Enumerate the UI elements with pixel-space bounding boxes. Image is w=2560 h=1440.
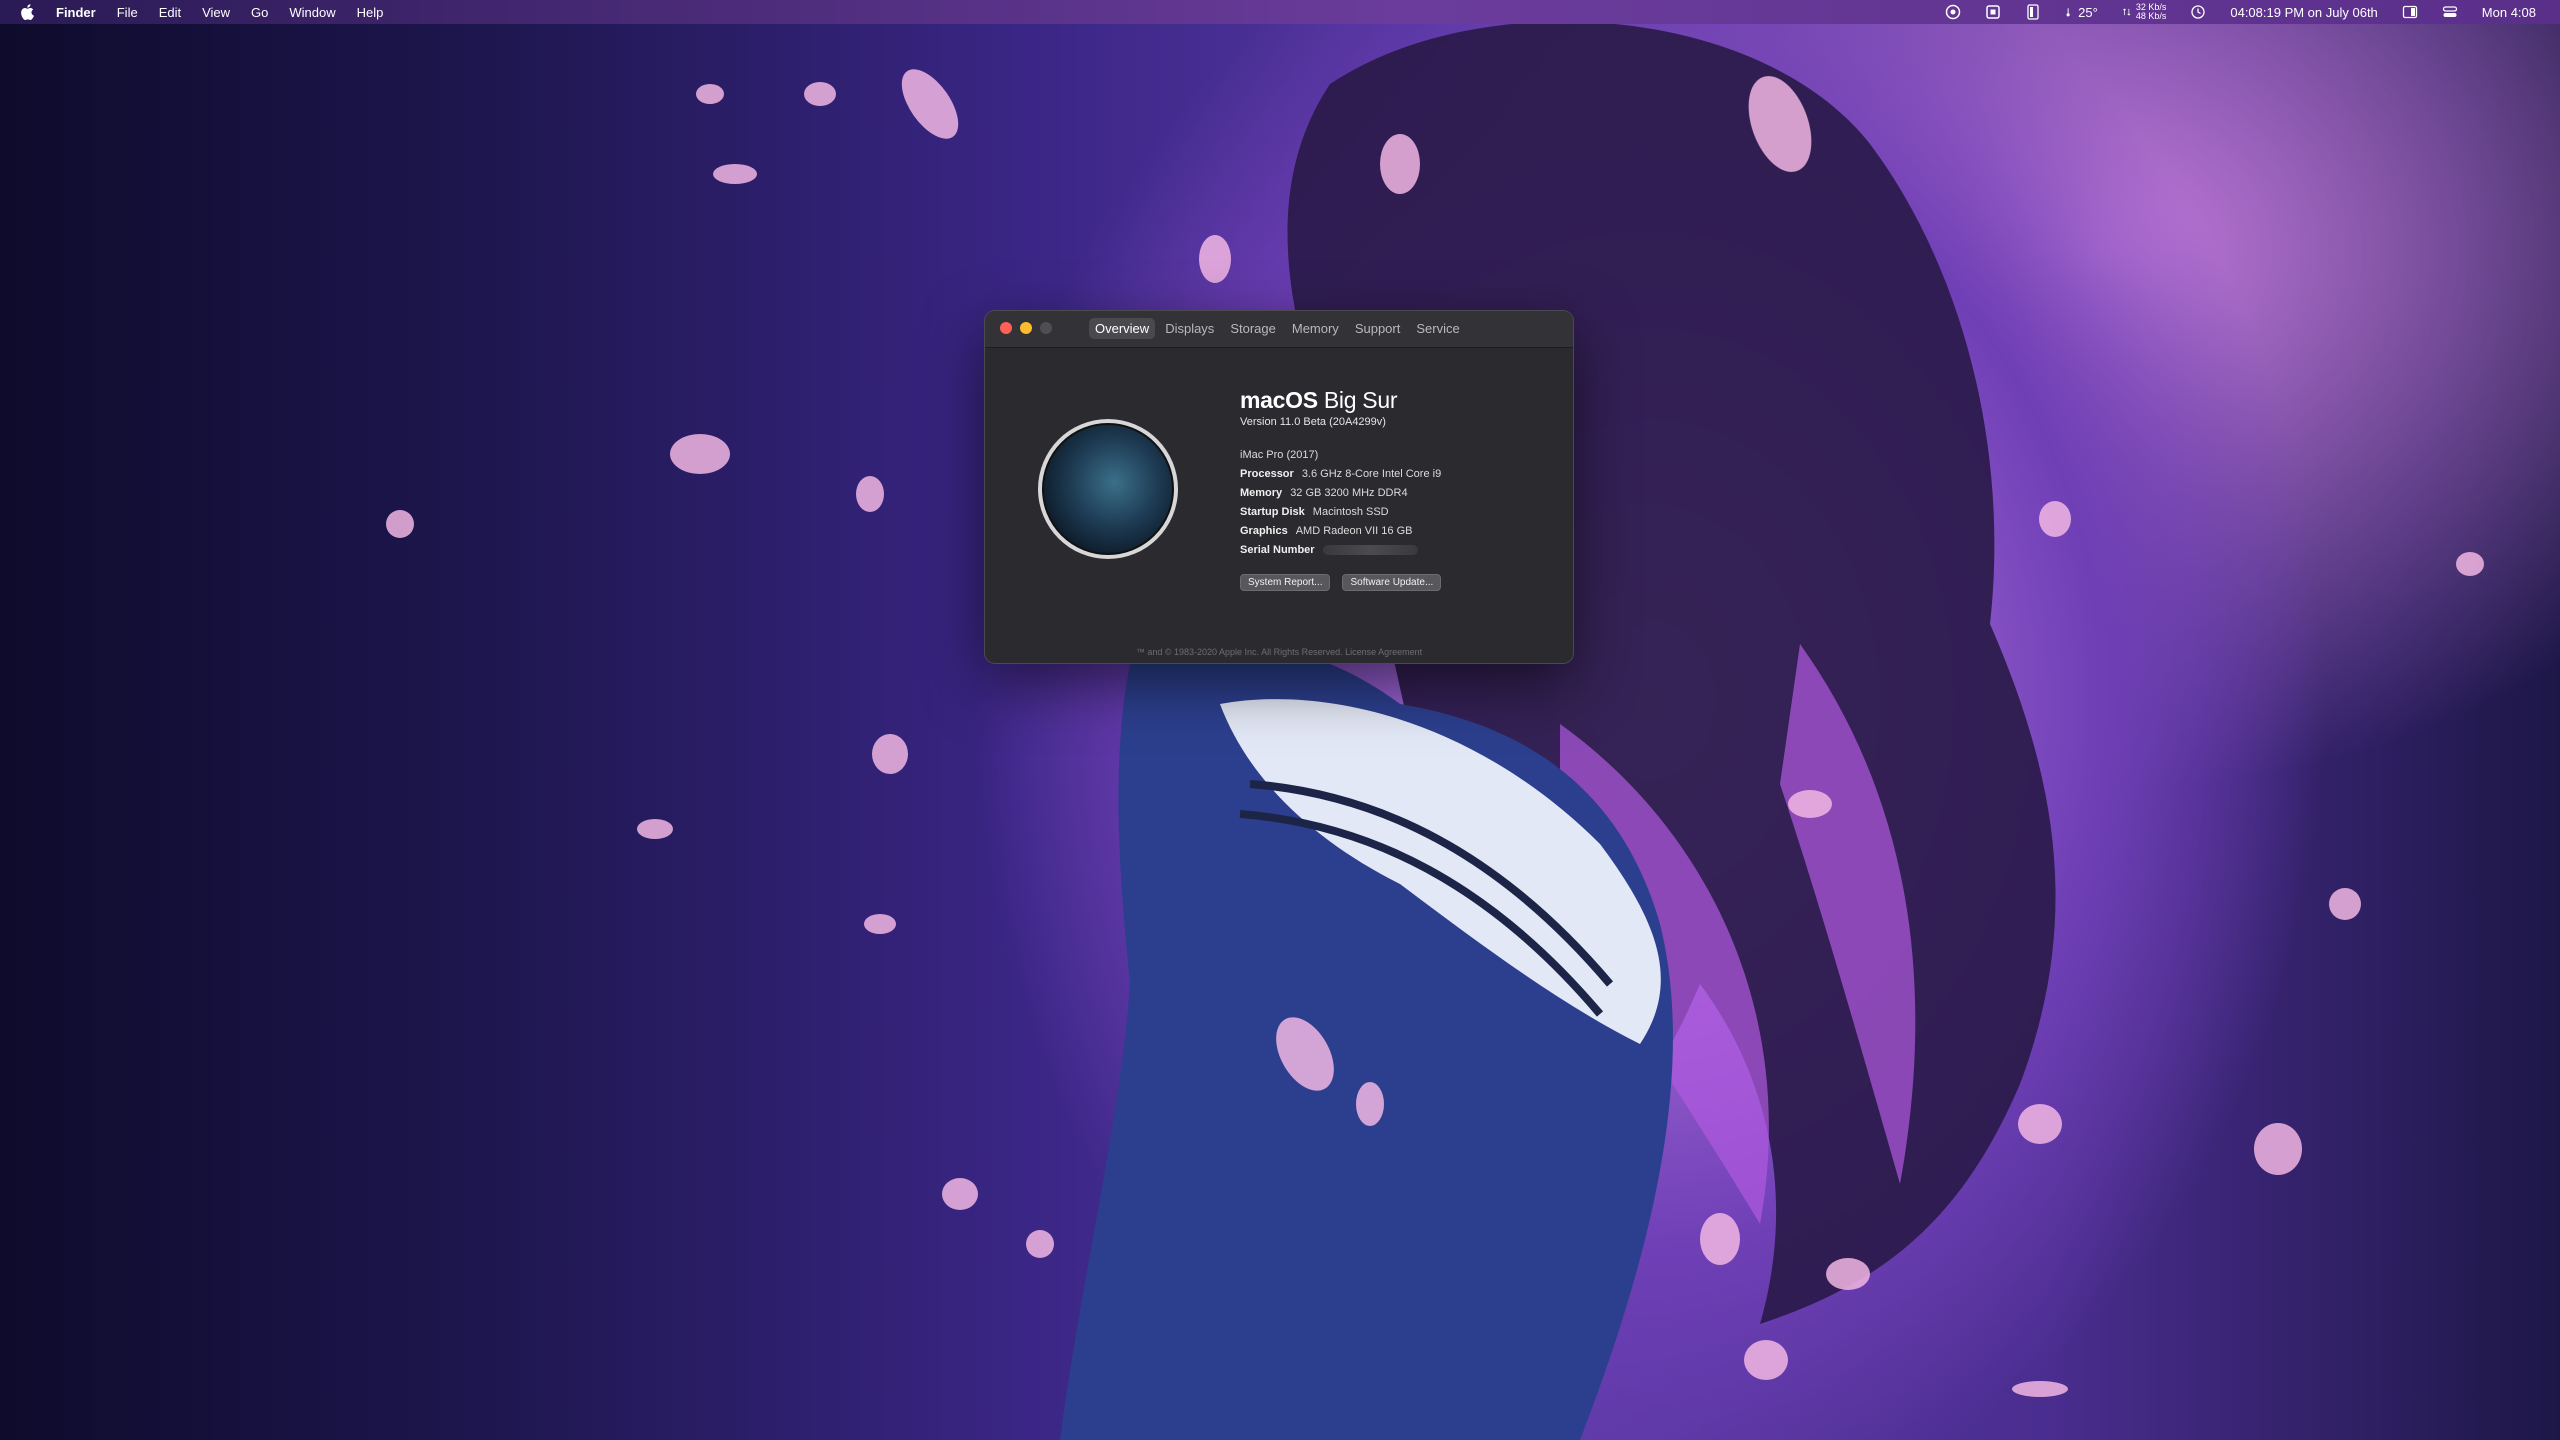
spec-value: 32 GB 3200 MHz DDR4 — [1290, 487, 1408, 499]
spec-value: Macintosh SSD — [1312, 506, 1389, 518]
os-badge-image — [1038, 419, 1178, 559]
os-name-bold: macOS — [1240, 387, 1318, 413]
spec-label: Startup Disk — [1240, 506, 1305, 518]
weather-icon — [2066, 8, 2070, 17]
network-rates: 32 Kb/s 48 Kb/s — [2136, 3, 2167, 21]
mac-model: iMac Pro (2017) — [1240, 449, 1319, 461]
system-info: macOS Big Sur Version 11.0 Beta (20A4299… — [1240, 387, 1442, 591]
spec-value: AMD Radeon VII 16 GB — [1295, 525, 1413, 537]
network-icon — [2122, 8, 2131, 16]
spec-label: Serial Number — [1240, 544, 1315, 556]
spec-processor: Processor 3.6 GHz 8-Core Intel Core i9 — [1240, 465, 1441, 484]
zoom-button[interactable] — [1040, 322, 1052, 334]
network-widget[interactable]: 32 Kb/s 48 Kb/s — [2122, 3, 2167, 21]
apple-icon[interactable] — [20, 4, 34, 20]
spec-label: Graphics — [1240, 525, 1288, 537]
spec-label: Memory — [1240, 487, 1283, 499]
time-machine-icon[interactable] — [2190, 4, 2206, 20]
spec-startup-disk: Startup Disk Macintosh SSD — [1240, 503, 1441, 522]
menu-help[interactable]: Help — [357, 5, 384, 20]
serial-number-redacted — [1322, 545, 1418, 556]
tab-service[interactable]: Service — [1410, 318, 1465, 339]
about-this-mac-window: Overview Displays Storage Memory Support… — [985, 311, 1573, 663]
status-ring-icon[interactable] — [1945, 4, 1961, 20]
tab-displays[interactable]: Displays — [1159, 318, 1220, 339]
weather-temp: 25° — [2078, 4, 2098, 20]
window-titlebar[interactable]: Overview Displays Storage Memory Support… — [985, 311, 1573, 348]
os-badge-artwork — [1042, 423, 1174, 555]
tab-bar: Overview Displays Storage Memory Support… — [1089, 318, 1466, 339]
spec-serial: Serial Number — [1240, 541, 1441, 560]
weather-widget[interactable]: 25° — [2065, 4, 2098, 20]
minimize-button[interactable] — [1020, 322, 1032, 334]
spec-graphics: Graphics AMD Radeon VII 16 GB — [1240, 522, 1441, 541]
spec-label: Processor — [1240, 468, 1294, 480]
action-buttons: System Report... Software Update... — [1240, 574, 1442, 591]
os-name-rest: Big Sur — [1323, 387, 1398, 413]
sidebar-icon[interactable] — [2402, 4, 2418, 20]
close-button[interactable] — [1000, 322, 1012, 334]
menubar-clock[interactable]: Mon 4:08 — [2482, 5, 2536, 20]
copyright-footer: ™ and © 1983-2020 Apple Inc. All Rights … — [1135, 647, 1423, 657]
menu-bar: Finder File Edit View Go Window Help 25°… — [0, 0, 2560, 24]
menu-view[interactable]: View — [202, 5, 230, 20]
wallpaper — [386, 24, 2484, 1440]
software-update-button[interactable]: Software Update... — [1342, 574, 1442, 591]
battery-icon[interactable] — [2025, 4, 2041, 20]
stop-icon[interactable] — [1985, 4, 2001, 20]
control-center-icon[interactable] — [2442, 4, 2458, 20]
tab-support[interactable]: Support — [1349, 318, 1407, 339]
menubar-datetime[interactable]: 04:08:19 PM on July 06th — [2230, 5, 2377, 20]
menu-edit[interactable]: Edit — [159, 5, 181, 20]
system-report-button[interactable]: System Report... — [1240, 574, 1331, 591]
spec-value: 3.6 GHz 8-Core Intel Core i9 — [1301, 468, 1442, 480]
spec-memory: Memory 32 GB 3200 MHz DDR4 — [1240, 484, 1441, 503]
menu-file[interactable]: File — [117, 5, 138, 20]
menu-app-finder[interactable]: Finder — [56, 5, 96, 20]
menu-go[interactable]: Go — [251, 5, 268, 20]
tab-memory[interactable]: Memory — [1286, 318, 1345, 339]
tab-overview[interactable]: Overview — [1089, 318, 1156, 339]
os-version[interactable]: Version 11.0 Beta (20A4299v) — [1240, 416, 1441, 428]
menu-window[interactable]: Window — [289, 5, 335, 20]
os-title: macOS Big Sur — [1240, 387, 1441, 414]
tab-storage[interactable]: Storage — [1224, 318, 1282, 339]
net-down-rate: 48 Kb/s — [2135, 11, 2167, 21]
